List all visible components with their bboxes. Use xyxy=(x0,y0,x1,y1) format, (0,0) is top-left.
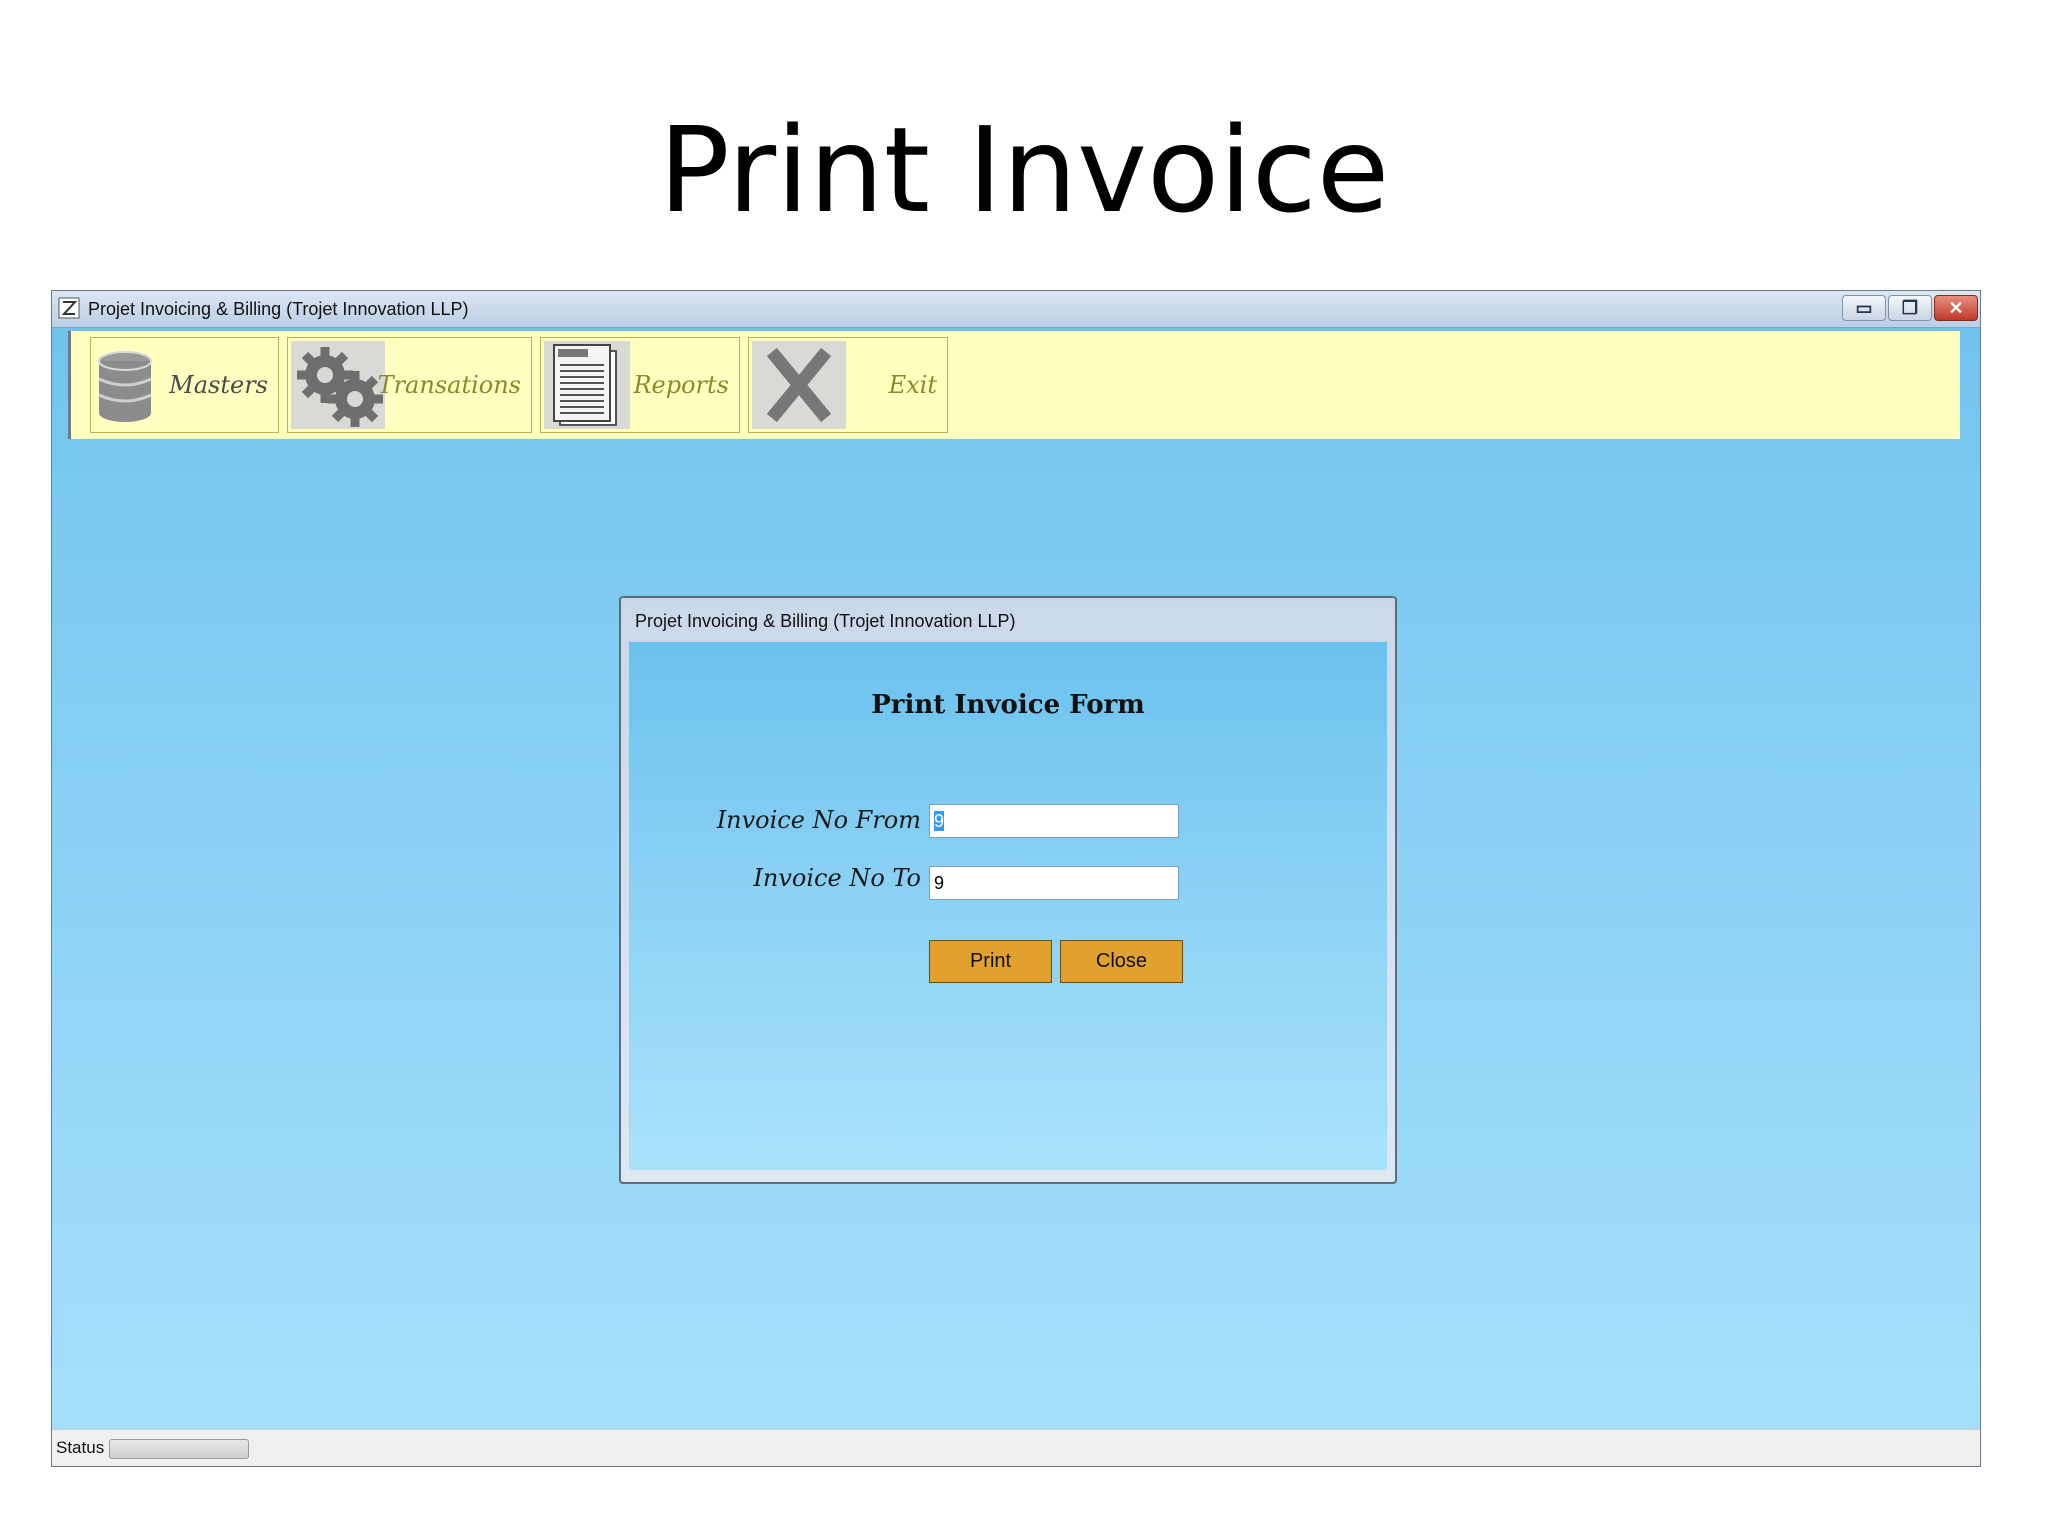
invoice-from-value: 9 xyxy=(934,811,945,831)
reports-label: Reports xyxy=(633,371,729,399)
invoice-from-input[interactable]: 9 xyxy=(929,804,1179,838)
dialog-titlebar[interactable]: Projet Invoicing & Billing (Trojet Innov… xyxy=(621,598,1395,640)
print-button[interactable]: Print xyxy=(929,940,1052,983)
status-label: Status xyxy=(56,1438,105,1457)
reports-button[interactable]: Reports xyxy=(540,337,740,433)
gears-icon xyxy=(291,341,385,429)
status-bar: Status xyxy=(52,1429,1980,1466)
x-close-icon xyxy=(752,341,846,429)
minimize-icon: ▭ xyxy=(1855,298,1873,318)
report-document-icon xyxy=(544,341,630,429)
dialog-body: Print Invoice Form Invoice No From 9 Inv… xyxy=(629,642,1387,1170)
minimize-button[interactable]: ▭ xyxy=(1842,295,1886,321)
close-icon: ✕ xyxy=(1948,298,1964,318)
slide-title: Print Invoice xyxy=(658,101,1390,239)
restore-icon: ❐ xyxy=(1901,298,1919,318)
transactions-button[interactable]: Transations xyxy=(287,337,532,433)
main-toolbar: Masters Transations Reports Exit xyxy=(68,331,1960,439)
window-titlebar[interactable]: Projet Invoicing & Billing (Trojet Innov… xyxy=(52,291,1980,328)
masters-label: Masters xyxy=(169,371,268,399)
dialog-title: Projet Invoicing & Billing (Trojet Innov… xyxy=(635,611,1016,631)
restore-button[interactable]: ❐ xyxy=(1888,295,1932,321)
transactions-label: Transations xyxy=(377,371,521,399)
print-invoice-dialog: Projet Invoicing & Billing (Trojet Innov… xyxy=(619,596,1397,1184)
form-heading: Print Invoice Form xyxy=(871,690,1145,720)
database-icon xyxy=(95,341,155,429)
app-logo-icon xyxy=(58,297,80,319)
invoice-from-label: Invoice No From xyxy=(716,806,921,834)
masters-button[interactable]: Masters xyxy=(90,337,279,433)
invoice-to-value: 9 xyxy=(934,873,945,893)
invoice-to-label: Invoice No To xyxy=(753,864,921,892)
exit-label: Exit xyxy=(888,371,937,399)
window-title: Projet Invoicing & Billing (Trojet Innov… xyxy=(88,299,469,319)
status-progress-bar xyxy=(109,1439,249,1459)
close-button[interactable]: Close xyxy=(1060,940,1183,983)
invoice-to-input[interactable]: 9 xyxy=(929,866,1179,900)
exit-button[interactable]: Exit xyxy=(748,337,948,433)
close-window-button[interactable]: ✕ xyxy=(1934,295,1978,321)
